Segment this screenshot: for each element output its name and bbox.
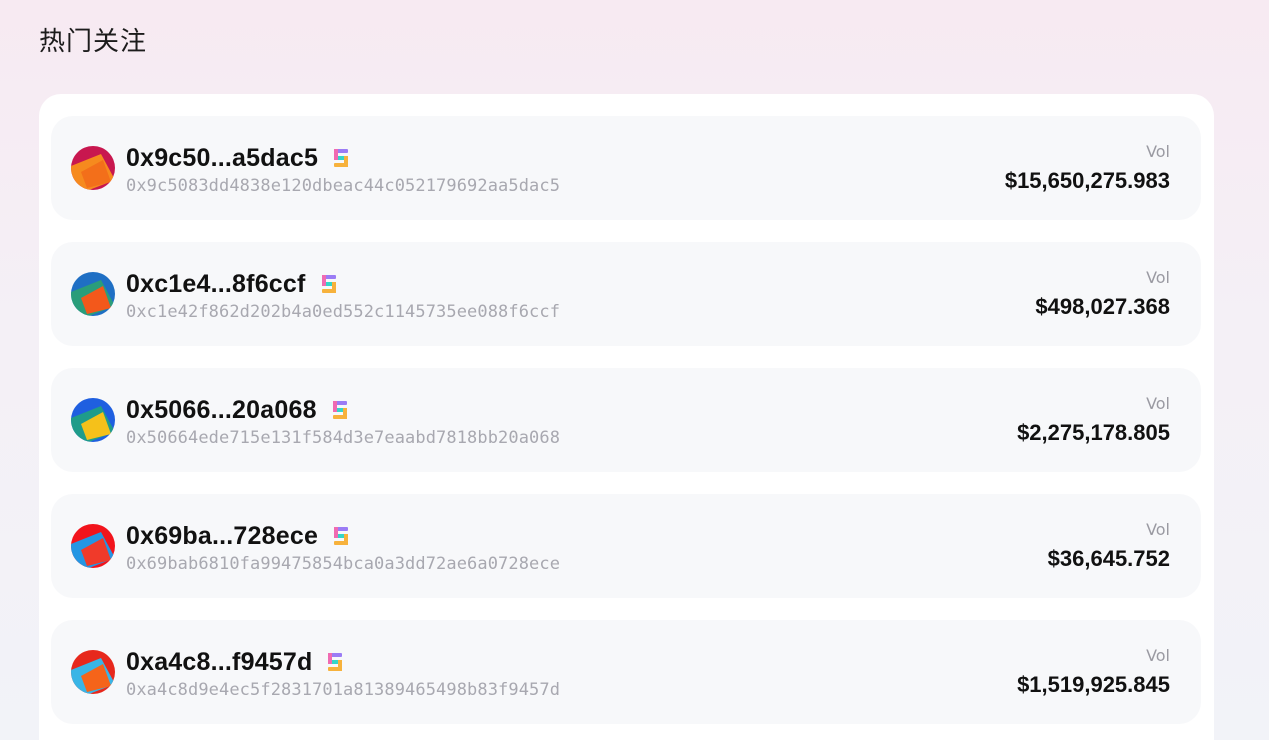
section-title: 热门关注 — [39, 27, 148, 57]
solana-icon — [332, 148, 350, 168]
wallet-avatar — [71, 650, 115, 694]
wallet-row[interactable]: 0x9c50...a5dac5 0x9c5083dd4838e120dbeac4… — [51, 116, 1201, 220]
wallet-avatar — [71, 524, 115, 568]
page: 热门关注 0x9c50...a5dac5 0x9c5083dd4838e120d… — [0, 0, 1269, 740]
wallet-full-address: 0x9c5083dd4838e120dbeac44c052179692aa5da… — [126, 176, 561, 196]
wallet-row[interactable]: 0x69ba...728ece 0x69bab6810fa99475854bca… — [51, 494, 1201, 598]
wallet-full-address: 0xa4c8d9e4ec5f2831701a81389465498b83f945… — [126, 680, 561, 700]
wallet-short-address[interactable]: 0x5066...20a068 — [126, 396, 317, 425]
wallet-short-address[interactable]: 0xa4c8...f9457d — [126, 648, 312, 677]
wallet-name-line: 0x5066...20a068 — [126, 395, 349, 425]
solana-icon — [320, 274, 338, 294]
volume-label: Vol — [1146, 142, 1170, 161]
volume-value: $36,645.752 — [1047, 546, 1170, 571]
wallet-row[interactable]: 0xa4c8...f9457d 0xa4c8d9e4ec5f2831701a81… — [51, 620, 1201, 724]
solana-icon — [332, 526, 350, 546]
wallet-row[interactable]: 0x5066...20a068 0x50664ede715e131f584d3e… — [51, 368, 1201, 472]
volume-label: Vol — [1146, 268, 1170, 287]
volume-value: $498,027.368 — [1035, 294, 1170, 319]
volume-label: Vol — [1146, 646, 1170, 665]
wallet-avatar — [71, 272, 115, 316]
wallet-name-line: 0xc1e4...8f6ccf — [126, 269, 338, 299]
wallet-name-line: 0x69ba...728ece — [126, 521, 350, 551]
wallet-short-address[interactable]: 0xc1e4...8f6ccf — [126, 270, 306, 299]
wallet-row[interactable]: 0xc1e4...8f6ccf 0xc1e42f862d202b4a0ed552… — [51, 242, 1201, 346]
solana-icon — [331, 400, 349, 420]
volume-value: $2,275,178.805 — [1017, 420, 1170, 445]
wallet-name-line: 0x9c50...a5dac5 — [126, 143, 350, 173]
volume-value: $1,519,925.845 — [1017, 672, 1170, 697]
wallet-full-address: 0xc1e42f862d202b4a0ed552c1145735ee088f6c… — [126, 302, 561, 322]
solana-icon — [326, 652, 344, 672]
wallet-list: 0x9c50...a5dac5 0x9c5083dd4838e120dbeac4… — [51, 116, 1201, 740]
volume-value: $15,650,275.983 — [1004, 168, 1170, 193]
volume-label: Vol — [1146, 394, 1170, 413]
wallet-avatar — [71, 146, 115, 190]
wallet-full-address: 0x69bab6810fa99475854bca0a3dd72ae6a0728e… — [126, 554, 561, 574]
wallet-short-address[interactable]: 0x69ba...728ece — [126, 522, 318, 551]
volume-label: Vol — [1146, 520, 1170, 539]
wallet-list-panel: 0x9c50...a5dac5 0x9c5083dd4838e120dbeac4… — [39, 94, 1214, 740]
wallet-name-line: 0xa4c8...f9457d — [126, 647, 344, 677]
wallet-short-address[interactable]: 0x9c50...a5dac5 — [126, 144, 318, 173]
wallet-full-address: 0x50664ede715e131f584d3e7eaabd7818bb20a0… — [126, 428, 561, 448]
wallet-avatar — [71, 398, 115, 442]
